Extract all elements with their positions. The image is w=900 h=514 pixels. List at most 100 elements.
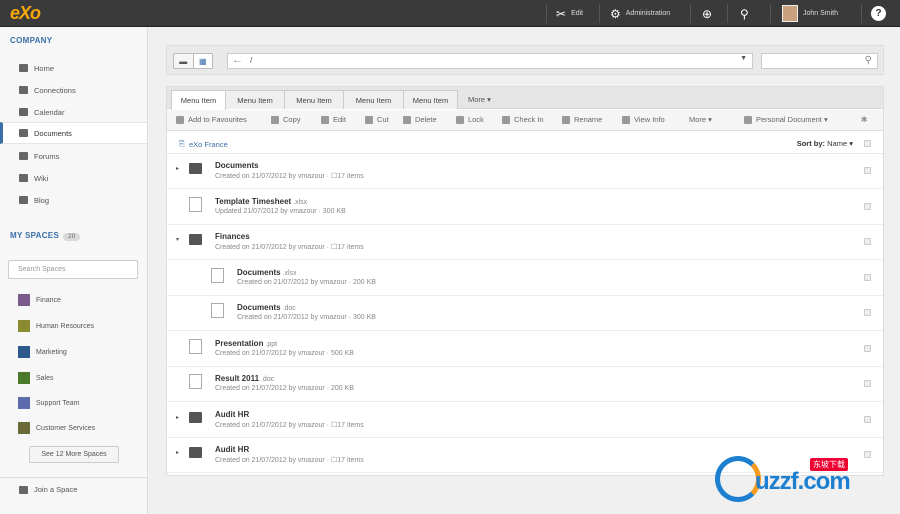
settings-button[interactable]: ✻ bbox=[861, 115, 867, 124]
nav-blog[interactable]: Blog bbox=[0, 189, 147, 211]
nav-connections[interactable]: Connections bbox=[0, 79, 147, 101]
row-checkbox[interactable] bbox=[864, 416, 871, 423]
sort-by-dropdown[interactable]: Sort by: Name ▾ bbox=[797, 139, 853, 148]
rename-button[interactable]: Rename bbox=[562, 115, 602, 124]
folder-row[interactable]: ▸ Documents Created on 21/07/2012 by vmazo… bbox=[167, 154, 883, 189]
search-button[interactable]: ⚲ bbox=[740, 0, 749, 27]
copy-icon bbox=[271, 115, 279, 124]
edit-button[interactable]: Edit bbox=[321, 115, 346, 124]
calendar-icon bbox=[19, 108, 28, 116]
address-bar[interactable]: ← / ▼ bbox=[227, 53, 753, 69]
document-meta: Created on 21/07/2012 by vmazour · ☐17 i… bbox=[215, 173, 364, 180]
see-more-spaces-button[interactable]: See 12 More Spaces bbox=[29, 446, 119, 463]
check-in-button[interactable]: Check In bbox=[502, 115, 544, 124]
edit-menu[interactable]: ✂ Edit bbox=[556, 0, 583, 27]
space-human-resources[interactable]: Human Resources bbox=[18, 318, 94, 334]
select-all-checkbox[interactable] bbox=[864, 140, 871, 147]
document-name[interactable]: Presentation .ppt bbox=[215, 339, 277, 348]
nav-calendar[interactable]: Calendar bbox=[0, 101, 147, 123]
document-name[interactable]: Documents .doc bbox=[237, 303, 296, 312]
space-avatar bbox=[18, 397, 30, 409]
row-checkbox[interactable] bbox=[864, 167, 871, 174]
document-name[interactable]: Audit HR bbox=[215, 410, 249, 419]
expand-arrow-icon[interactable]: ▸ bbox=[176, 414, 179, 421]
separator bbox=[770, 4, 771, 23]
document-name[interactable]: Template Timesheet .xlsx bbox=[215, 197, 307, 206]
row-checkbox[interactable] bbox=[864, 345, 871, 352]
tabs-more-dropdown[interactable]: More ▾ bbox=[468, 95, 491, 104]
nav-home[interactable]: Home bbox=[0, 57, 147, 79]
tab-menu-item-3[interactable]: Menu Item bbox=[284, 90, 344, 109]
document-meta: Created on 21/07/2012 by vmazour · 200 K… bbox=[215, 385, 354, 392]
expand-arrow-icon[interactable]: ▸ bbox=[176, 165, 179, 172]
uzzf-watermark-logo: uzzf.com 东坡下载 bbox=[715, 456, 895, 504]
tab-menu-item-2[interactable]: Menu Item bbox=[225, 90, 285, 109]
scissors-icon bbox=[365, 115, 373, 124]
space-finance[interactable]: Finance bbox=[18, 292, 61, 308]
document-name[interactable]: Documents bbox=[215, 161, 259, 170]
back-arrow-icon[interactable]: ← bbox=[232, 54, 243, 66]
join-space-link[interactable]: Join a Space bbox=[0, 477, 147, 501]
space-support-team[interactable]: Support Team bbox=[18, 395, 79, 411]
add-favourites-button[interactable]: Add to Favourites bbox=[176, 115, 247, 124]
personal-document-dropdown[interactable]: Personal Document ▾ bbox=[744, 115, 828, 124]
user-menu[interactable]: John Smith bbox=[782, 0, 838, 27]
document-meta: Created on 21/07/2012 by vmazour · ☐17 i… bbox=[215, 422, 364, 429]
document-search-input[interactable]: ⚲ bbox=[761, 53, 878, 69]
separator bbox=[599, 4, 600, 23]
grid-view-button[interactable]: ▦ bbox=[192, 54, 212, 68]
view-info-button[interactable]: View Info bbox=[622, 115, 665, 124]
cut-button[interactable]: Cut bbox=[365, 115, 389, 124]
row-checkbox[interactable] bbox=[864, 309, 871, 316]
document-name[interactable]: Finances bbox=[215, 232, 250, 241]
action-label: View Info bbox=[634, 115, 665, 124]
nav-label: Documents bbox=[34, 128, 72, 138]
tab-menu-item-5[interactable]: Menu Item bbox=[403, 90, 458, 109]
document-name-text: Documents bbox=[215, 161, 259, 170]
document-name[interactable]: Documents .xlsx bbox=[237, 268, 297, 277]
folder-row[interactable]: ▾ Finances Created on 21/07/2012 by vmazou… bbox=[167, 225, 883, 260]
file-icon bbox=[189, 197, 202, 212]
list-view-button[interactable]: ▬ bbox=[174, 54, 193, 68]
chevron-down-icon[interactable]: ▼ bbox=[740, 55, 747, 62]
administration-menu[interactable]: ⚙ Administration bbox=[610, 0, 670, 27]
tab-menu-item-4[interactable]: Menu Item bbox=[343, 90, 404, 109]
copy-button[interactable]: Copy bbox=[271, 115, 301, 124]
space-marketing[interactable]: Marketing bbox=[18, 344, 67, 360]
delete-button[interactable]: Delete bbox=[403, 115, 437, 124]
help-button[interactable]: ? bbox=[871, 0, 886, 27]
space-sales[interactable]: Sales bbox=[18, 370, 54, 386]
space-customer-services[interactable]: Customer Services bbox=[18, 420, 95, 436]
nav-documents[interactable]: Documents bbox=[0, 122, 147, 144]
document-name[interactable]: Result 2011 .doc bbox=[215, 374, 274, 383]
drive-icon bbox=[744, 115, 752, 124]
file-row[interactable]: Result 2011 .doc Created on 21/07/2012 by… bbox=[167, 367, 883, 402]
separator bbox=[690, 4, 691, 23]
document-name[interactable]: Audit HR bbox=[215, 445, 249, 454]
breadcrumb-root[interactable]: ⎘ eXo France bbox=[179, 139, 228, 149]
file-row[interactable]: Presentation .ppt Created on 21/07/2012 b… bbox=[167, 332, 883, 367]
row-checkbox[interactable] bbox=[864, 203, 871, 210]
row-checkbox[interactable] bbox=[864, 380, 871, 387]
document-meta: Created on 21/07/2012 by vmazour · ☐17 i… bbox=[215, 457, 364, 464]
row-checkbox[interactable] bbox=[864, 274, 871, 281]
add-button[interactable]: ⊕ bbox=[702, 0, 712, 27]
lock-button[interactable]: Lock bbox=[456, 115, 484, 124]
file-row[interactable]: Documents .doc Created on 21/07/2012 by v… bbox=[167, 296, 883, 331]
nav-forums[interactable]: Forums bbox=[0, 145, 147, 167]
search-spaces-input[interactable]: Search Spaces bbox=[8, 260, 138, 279]
expand-arrow-icon[interactable]: ▸ bbox=[176, 449, 179, 456]
close-icon bbox=[403, 115, 411, 124]
expand-arrow-icon[interactable]: ▾ bbox=[176, 236, 179, 243]
folder-row[interactable]: ▸ Audit HR Created on 21/07/2012 by vmazou… bbox=[167, 403, 883, 438]
exo-logo[interactable]: eXo bbox=[10, 3, 41, 24]
file-row[interactable]: Template Timesheet .xlsx Updated 21/07/20… bbox=[167, 190, 883, 225]
home-icon bbox=[19, 64, 28, 72]
space-label: Marketing bbox=[36, 348, 67, 356]
tab-menu-item-1[interactable]: Menu Item bbox=[171, 90, 226, 110]
nav-wiki[interactable]: Wiki bbox=[0, 167, 147, 189]
more-actions-dropdown[interactable]: More ▾ bbox=[689, 115, 712, 124]
document-name-text: Presentation bbox=[215, 339, 264, 348]
file-row[interactable]: Documents .xlsx Created on 21/07/2012 by … bbox=[167, 261, 883, 296]
row-checkbox[interactable] bbox=[864, 238, 871, 245]
